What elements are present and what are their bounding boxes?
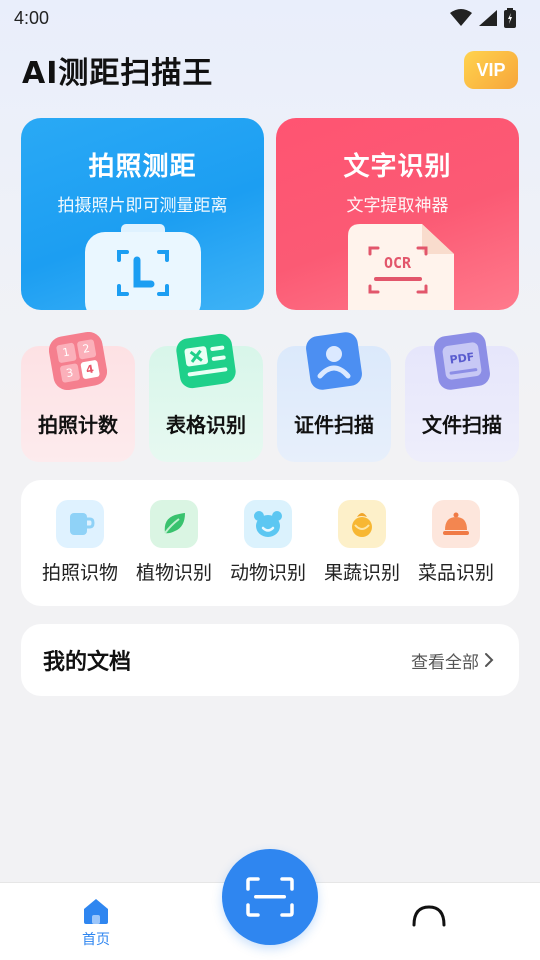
spreadsheet-icon [176, 333, 236, 389]
grid-digit: 2 [76, 338, 97, 360]
tool-id-scan[interactable]: 证件扫描 [277, 332, 391, 462]
nav-profile-tab[interactable] [405, 895, 453, 943]
battery-icon [504, 8, 516, 28]
vip-button[interactable]: VIP [464, 51, 518, 89]
status-icons [450, 8, 516, 28]
recognizer-label: 菜品识别 [417, 562, 494, 584]
ocr-subtitle: 文字提取神器 [346, 196, 449, 216]
cup-icon [56, 500, 104, 548]
ocr-card[interactable]: 文字识别 文字提取神器 OCR [276, 118, 519, 310]
ocr-document-icon: OCR [342, 224, 454, 310]
status-bar: 4:00 [0, 0, 540, 36]
tool-table-ocr[interactable]: 表格识别 [149, 333, 263, 462]
recognizer-object[interactable]: 拍照识物 [34, 500, 126, 585]
view-all-link[interactable]: 查看全部 [411, 648, 495, 673]
recognizer-plant[interactable]: 植物识别 [128, 500, 220, 585]
photo-measure-title: 拍照测距 [88, 152, 197, 182]
tool-label: 证件扫描 [294, 413, 374, 437]
tool-file-scan[interactable]: PDF 文件扫描 [405, 332, 519, 462]
bear-icon [244, 500, 292, 548]
wifi-icon [450, 9, 472, 26]
photo-measure-card[interactable]: 拍照测距 拍摄照片即可测量距离 [21, 118, 264, 310]
tool-label: 拍照计数 [38, 413, 118, 437]
number-grid-icon: 1 2 3 4 [49, 332, 107, 390]
photo-measure-subtitle: 拍摄照片即可测量距离 [57, 196, 228, 216]
scan-button[interactable] [222, 849, 318, 945]
profile-icon [412, 905, 446, 927]
ruler-scan-icon [84, 224, 201, 310]
home-icon [84, 899, 108, 924]
grid-digit: 1 [55, 342, 77, 363]
recognizer-panel: 拍照识物 植物识别 动物识别 果蔬识别 菜品识别 [21, 480, 519, 606]
header: AI测距扫描王 VIP [22, 48, 518, 92]
view-all-label: 查看全部 [411, 652, 479, 673]
my-documents-card: 我的文档 查看全部 [21, 624, 519, 696]
signal-icon [479, 10, 497, 26]
tool-photo-count[interactable]: 1 2 3 4 拍照计数 [21, 332, 135, 462]
recognizer-label: 动物识别 [229, 562, 306, 584]
pdf-file-icon: PDF [432, 332, 492, 390]
tool-label: 文件扫描 [422, 413, 502, 437]
app-title: AI测距扫描王 [22, 56, 214, 91]
grid-digit: 3 [59, 362, 80, 384]
recognizer-animal[interactable]: 动物识别 [222, 500, 314, 585]
leaf-icon [150, 500, 198, 548]
chevron-right-icon [485, 653, 494, 667]
ocr-title: 文字识别 [343, 152, 452, 182]
dish-cover-icon [432, 500, 480, 548]
recognizer-label: 拍照识物 [41, 562, 118, 584]
recognizer-label: 植物识别 [135, 562, 212, 584]
recognizer-label: 果蔬识别 [323, 562, 400, 584]
nav-home-label: 首页 [82, 932, 110, 948]
nav-home-tab[interactable]: 首页 [64, 897, 128, 949]
grid-digit: 4 [79, 359, 101, 380]
status-time: 4:00 [14, 7, 50, 28]
id-card-icon [306, 332, 362, 390]
recognizer-dish[interactable]: 菜品识别 [410, 500, 502, 585]
ocr-text: OCR [383, 254, 412, 272]
recognizer-produce[interactable]: 果蔬识别 [316, 500, 408, 585]
tool-label: 表格识别 [166, 413, 246, 437]
fruit-icon [338, 500, 386, 548]
my-documents-title: 我的文档 [43, 650, 132, 675]
scan-icon [246, 877, 294, 917]
